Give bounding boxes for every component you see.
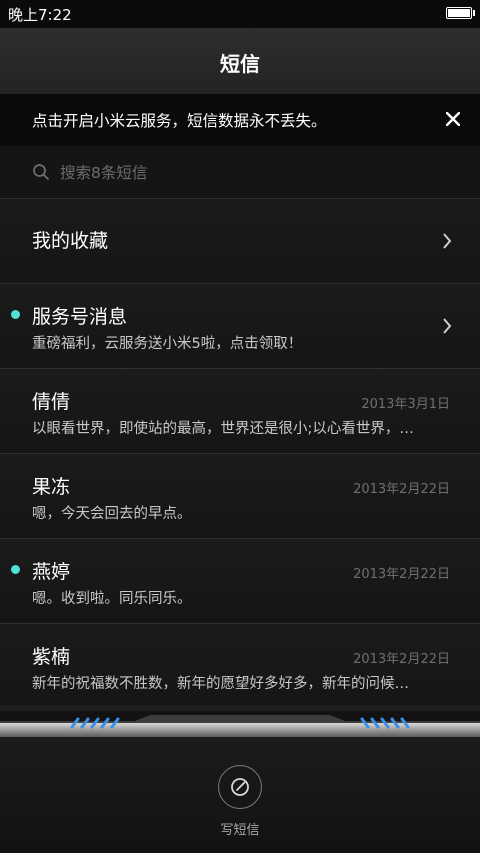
conversation-preview: 嗯，今天会回去的早点。 [32,506,192,522]
conversation-name: 果冻 [32,476,71,498]
compose-icon [231,778,249,796]
unread-indicator [11,310,20,319]
close-icon[interactable] [440,106,466,132]
conversation-date: 2013年2月22日 [353,482,450,497]
page-title: 短信 [220,52,260,76]
unread-indicator [11,565,20,574]
conversation-date: 2013年3月1日 [361,397,450,412]
status-bar: 晚上7:22 [0,0,480,28]
decorative-metal-strip [0,711,480,737]
cloud-service-banner[interactable]: 点击开启小米云服务，短信数据永不丢失。 [0,94,480,146]
conversation-name: 服务号消息 [32,306,128,328]
battery-tip [473,10,475,16]
conversation-preview: 新年的祝福数不胜数，新年的愿望好多好多，新年的问候… [32,676,409,692]
battery-level [448,9,470,17]
conversation-preview: 以眼看世界，即使站的最高，世界还是很小;以心看世界，… [32,421,414,437]
compose-button[interactable] [218,765,262,809]
battery-icon [446,7,472,19]
conversation-preview: 重磅福利，云服务送小米5啦，点击领取！ [32,336,303,352]
search-icon [33,164,49,180]
chevron-right-icon [442,233,452,249]
status-time: 晚上7:22 [8,6,72,24]
conversation-row[interactable]: 紫楠 2013年2月22日 新年的祝福数不胜数，新年的愿望好多好多，新年的问候… [0,624,480,709]
conversation-name: 倩倩 [32,391,71,413]
bottom-action-bar: 写短信 [0,705,480,853]
conversation-list: 我的收藏 服务号消息 重磅福利，云服务送小米5啦，点击领取！ 倩倩 2013年3… [0,199,480,709]
banner-text: 点击开启小米云服务，短信数据永不丢失。 [32,112,327,130]
conversation-row[interactable]: 倩倩 2013年3月1日 以眼看世界，即使站的最高，世界还是很小;以心看世界，… [0,369,480,454]
conversation-date: 2013年2月22日 [353,567,450,582]
favorites-label: 我的收藏 [32,230,109,252]
conversation-row[interactable]: 果冻 2013年2月22日 嗯，今天会回去的早点。 [0,454,480,539]
compose-label: 写短信 [220,823,260,838]
conversation-name: 紫楠 [32,646,71,668]
compose-area: 写短信 [0,765,480,838]
conversation-row[interactable]: 燕婷 2013年2月22日 嗯。收到啦。同乐同乐。 [0,539,480,624]
conversation-date: 2013年2月22日 [353,652,450,667]
chevron-right-icon [442,318,452,334]
search-input[interactable] [58,159,442,187]
search-bar [0,146,480,199]
conversation-preview: 嗯。收到啦。同乐同乐。 [32,591,192,607]
service-messages-row[interactable]: 服务号消息 重磅福利，云服务送小米5啦，点击领取！ [0,284,480,369]
conversation-name: 燕婷 [32,561,71,583]
favorites-row[interactable]: 我的收藏 [0,199,480,284]
app-header: 短信 [0,28,480,95]
